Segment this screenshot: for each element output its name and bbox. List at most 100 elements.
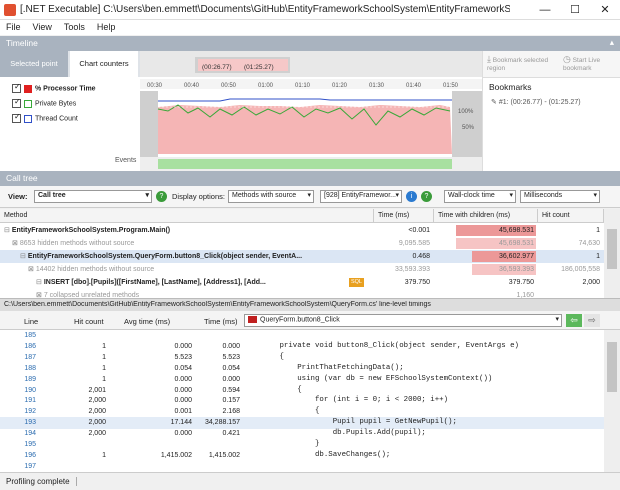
time-cell: 0.000	[222, 375, 240, 383]
time-cell	[196, 330, 240, 341]
time-cell: 1,415.002	[208, 451, 240, 459]
code-text: {	[244, 352, 284, 361]
tick-label: 01:20	[332, 83, 348, 89]
counter-private-bytes[interactable]: Private Bytes	[12, 97, 76, 108]
line-number: 197	[24, 462, 36, 470]
table-row[interactable]: ⊟ EntityFrameworkSchoolSystem.Program.Ma…	[0, 224, 604, 237]
avg-time-cell: 0.001	[174, 408, 192, 416]
table-row[interactable]: ⊟ INSERT [dbo].[Pupils]([FirstName], [La…	[0, 276, 604, 289]
status-bar: Profiling complete	[0, 472, 620, 490]
col-hit-count[interactable]: Hit count	[538, 209, 604, 223]
table-row[interactable]: ⊠ 8653 hidden methods without source 9,09…	[0, 237, 604, 250]
time-cell: 34,288.157	[204, 419, 240, 427]
hit-count-cell: 1	[596, 253, 600, 260]
line-number: 194	[24, 430, 36, 438]
col-method[interactable]: Method	[0, 209, 374, 223]
units-dropdown[interactable]: Milliseconds	[520, 190, 600, 203]
checkbox-icon[interactable]	[12, 82, 21, 93]
method-cell: ⊠ 7 collapsed unrelated methods	[36, 289, 370, 298]
help-icon[interactable]: ?	[421, 191, 432, 202]
col-time-with-children[interactable]: Time with children (ms)	[434, 209, 538, 223]
bookmarks-panel: ⤓ Bookmark selected region ◷ Start Live …	[482, 51, 620, 171]
col-avg-time[interactable]: Avg time (ms)	[124, 317, 170, 326]
collapse-icon[interactable]: ▴	[610, 37, 614, 48]
window-title: [.NET Executable] C:\Users\ben.emmett\Do…	[20, 4, 510, 15]
timing-dropdown[interactable]: Wall-clock time	[444, 190, 516, 203]
table-row[interactable]: ⊟ EntityFrameworkSchoolSystem.QueryForm.…	[0, 250, 604, 263]
view-dropdown[interactable]: Call tree	[34, 190, 152, 203]
menu-help[interactable]: Help	[91, 20, 122, 34]
color-swatch	[24, 99, 32, 108]
expand-icon[interactable]: ⊟	[4, 227, 12, 234]
hit-count-cell: 1	[102, 375, 106, 383]
hit-count-cell: 1	[102, 342, 106, 350]
twc-value: 45,698.531	[498, 227, 534, 234]
twc-value: 379.750	[508, 279, 534, 286]
source-header: Line Hit count Avg time (ms) Time (ms) Q…	[0, 311, 620, 330]
method-cell: ⊟ INSERT [dbo].[Pupils]([FirstName], [La…	[36, 276, 370, 289]
expand-icon[interactable]: ⊠	[12, 240, 20, 247]
table-row[interactable]: ⊠ 7 collapsed unrelated methods 1,160	[0, 289, 604, 298]
maximize-button[interactable]: ☐	[560, 0, 590, 20]
hit-count-cell	[40, 330, 106, 341]
minimize-button[interactable]: —	[530, 0, 560, 20]
counter-thread-count[interactable]: Thread Count	[12, 112, 78, 123]
checkbox-icon[interactable]	[12, 97, 21, 108]
col-time[interactable]: Time (ms)	[204, 317, 237, 326]
menu-view[interactable]: View	[27, 20, 58, 34]
expand-icon[interactable]: ⊠	[28, 266, 36, 273]
menu-file[interactable]: File	[0, 20, 27, 34]
time-cell: 9,095.585	[398, 240, 430, 247]
title-bar: [.NET Executable] C:\Users\ben.emmett\Do…	[0, 0, 620, 20]
timeline-sidebar: Selected point Chart counters % Processo…	[0, 51, 140, 171]
prev-arrow-icon[interactable]: ⇦	[566, 314, 582, 327]
hit-count-cell: 1	[102, 364, 106, 372]
col-line[interactable]: Line	[24, 317, 38, 326]
time-cell: 0.421	[222, 430, 240, 438]
start-live-button[interactable]: ◷ Start Live bookmark	[563, 54, 619, 72]
hit-count-cell: 2,000	[88, 397, 106, 405]
source-line[interactable]: 197	[0, 461, 604, 472]
time-with-children-cell: 36,593.393	[434, 263, 538, 276]
time-cell: 0.594	[222, 386, 240, 394]
expand-icon[interactable]: ⊟	[36, 279, 44, 286]
method-dropdown[interactable]: QueryForm.button8_Click	[244, 314, 562, 327]
close-button[interactable]: ✕	[590, 0, 620, 20]
expand-icon[interactable]: ⊟	[20, 253, 28, 260]
code-text: {	[244, 385, 302, 394]
source-scrollbar[interactable]	[604, 330, 620, 472]
time-cell: 2.168	[222, 408, 240, 416]
bookmark-selected-button[interactable]: ⤓ Bookmark selected region	[487, 54, 551, 72]
events-track	[158, 159, 452, 169]
hit-count-cell	[40, 461, 106, 472]
line-number: 185	[24, 332, 36, 339]
info-icon[interactable]: i	[406, 191, 417, 202]
tab-selected-point[interactable]: Selected point	[0, 51, 68, 77]
time-with-children-cell: 45,698.531	[434, 237, 538, 250]
vertical-scrollbar[interactable]	[604, 209, 620, 298]
process-dropdown[interactable]: [928] EntityFramewor...	[320, 190, 402, 203]
hit-count-cell: 2,000	[88, 419, 106, 427]
counter-processor-time[interactable]: % Processor Time	[12, 82, 96, 93]
source-view: 185 186 1 0.000 0.000 private void button8_C…	[0, 330, 620, 472]
avg-time-cell: 0.000	[174, 386, 192, 394]
table-row[interactable]: ⊠ 14402 hidden methods without source 33,…	[0, 263, 604, 276]
time-cell: 0.468	[412, 253, 430, 260]
method-cell: ⊠ 14402 hidden methods without source	[28, 263, 370, 276]
tab-chart-counters[interactable]: Chart counters	[70, 51, 138, 77]
col-time[interactable]: Time (ms)	[374, 209, 434, 223]
color-swatch	[24, 114, 32, 123]
timeline-chart[interactable]: (00:26.77) (01:25.27) 00:30 00:40 00:50 …	[140, 51, 482, 171]
next-arrow-icon[interactable]: ⇨	[584, 314, 600, 327]
checkbox-icon[interactable]	[12, 112, 21, 123]
col-hit-count[interactable]: Hit count	[74, 317, 104, 326]
display-options-dropdown[interactable]: Methods with source	[228, 190, 314, 203]
hit-count-cell: 1	[596, 227, 600, 234]
bookmark-icon: ⤓	[487, 54, 491, 64]
menu-tools[interactable]: Tools	[58, 20, 91, 34]
bookmark-item[interactable]: ✎ #1: (00:26.77) - (01:25.27)	[483, 96, 620, 108]
help-icon[interactable]: ?	[156, 191, 167, 202]
time-with-children-cell: 36,602.977	[434, 250, 538, 263]
avg-time-cell: 5.523	[174, 353, 192, 361]
avg-time-cell	[110, 330, 192, 341]
